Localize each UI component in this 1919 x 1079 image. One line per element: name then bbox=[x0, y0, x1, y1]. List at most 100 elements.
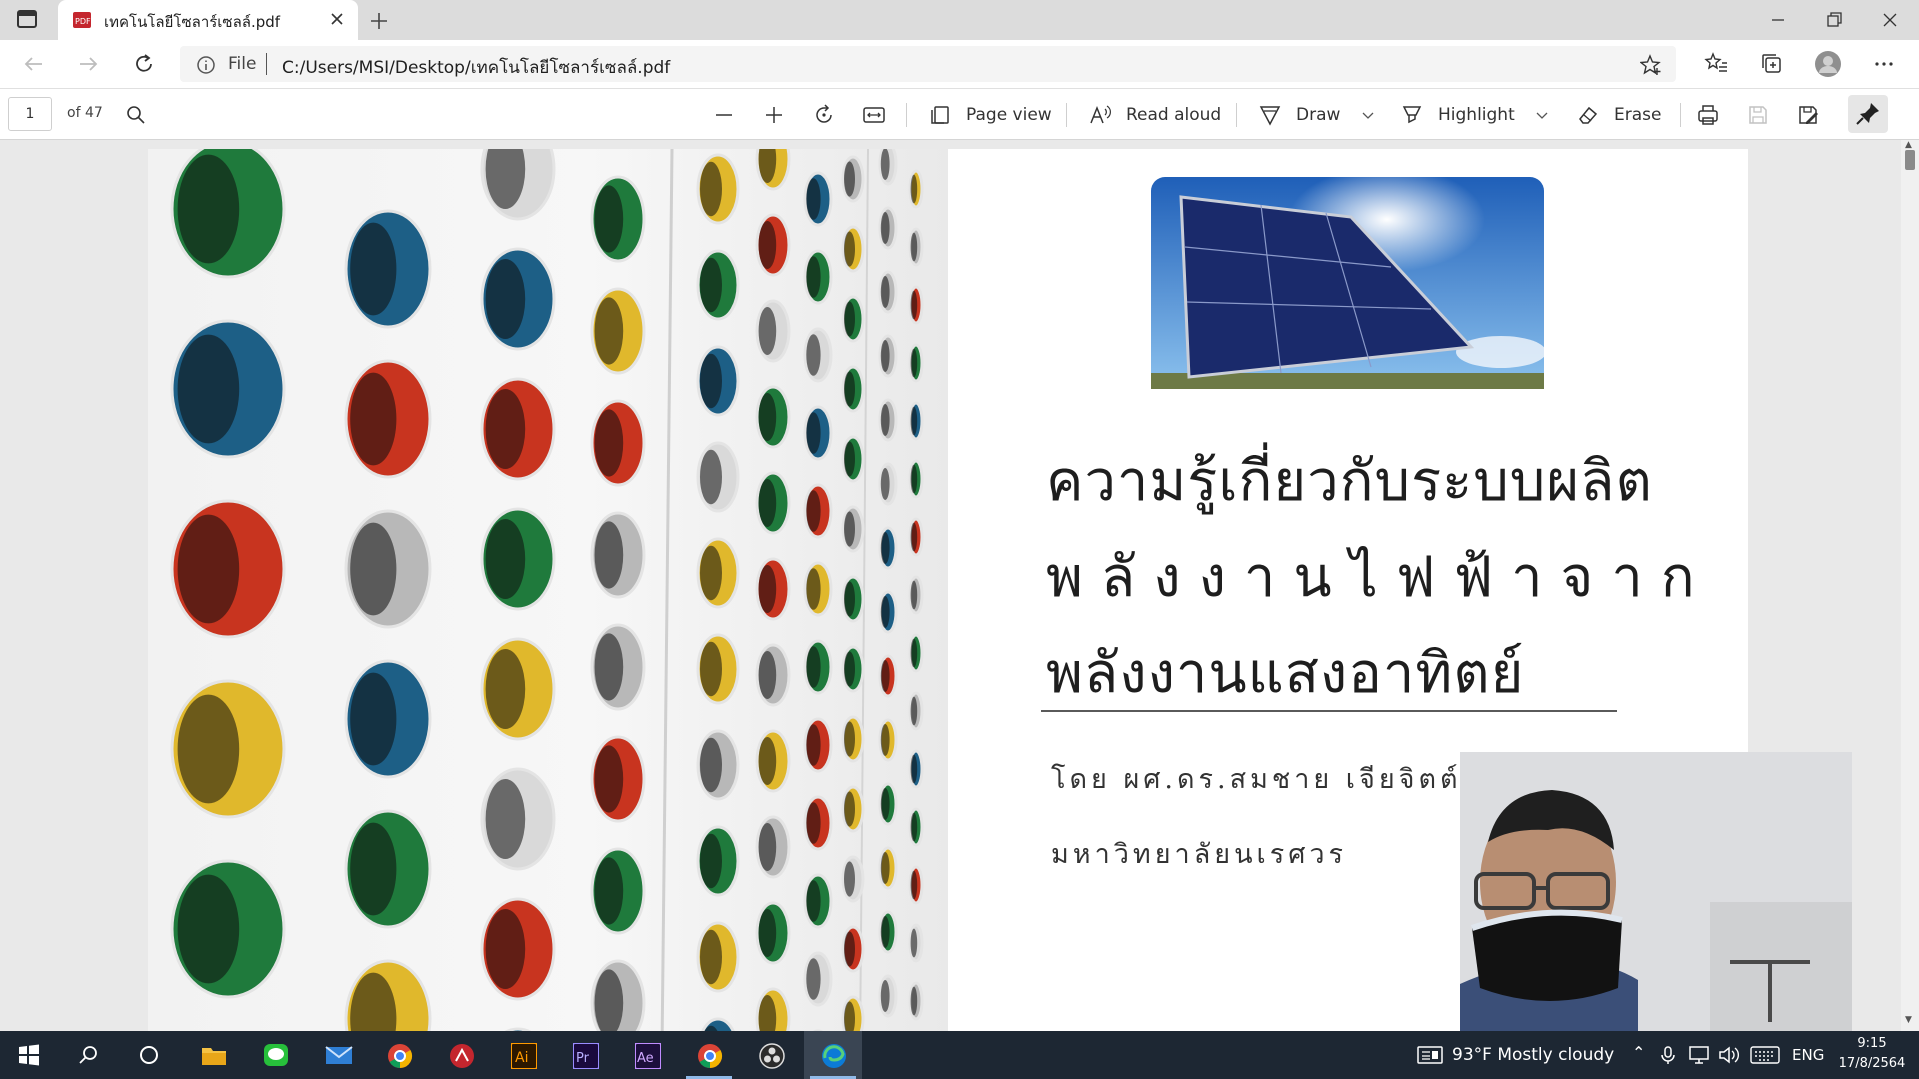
restore-icon[interactable] bbox=[1814, 6, 1854, 34]
decorative-hole-shadow bbox=[594, 409, 624, 477]
chrome-icon[interactable] bbox=[370, 1031, 428, 1079]
premiere-icon[interactable]: Pr bbox=[556, 1031, 614, 1079]
rotate-icon[interactable] bbox=[812, 103, 836, 127]
decorative-hole-shadow bbox=[485, 389, 526, 469]
scroll-down-icon[interactable]: ▼ bbox=[1905, 1015, 1912, 1025]
info-icon[interactable] bbox=[196, 55, 216, 75]
draw-options-chevron-down-icon[interactable] bbox=[1356, 103, 1380, 127]
page-view-button[interactable]: Page view bbox=[966, 105, 1052, 125]
decorative-hole-shadow bbox=[700, 833, 722, 889]
scroll-thumb[interactable] bbox=[1905, 150, 1915, 170]
decorative-hole-shadow bbox=[594, 185, 624, 253]
favorites-icon[interactable] bbox=[1702, 50, 1730, 78]
decorative-hole-shadow bbox=[910, 406, 918, 436]
save-as-icon[interactable] bbox=[1796, 103, 1820, 127]
print-icon[interactable] bbox=[1696, 103, 1720, 127]
close-window-icon[interactable] bbox=[1870, 6, 1910, 34]
erase-button[interactable]: Erase bbox=[1614, 105, 1661, 125]
decorative-hole-shadow bbox=[758, 307, 777, 355]
microphone-icon[interactable] bbox=[1658, 1045, 1678, 1065]
search-icon[interactable] bbox=[124, 103, 148, 127]
highlight-button[interactable]: Highlight bbox=[1438, 105, 1515, 125]
navigation-bar: File C:/Users/MSI/Desktop/เทคโนโลยีโซลาร… bbox=[0, 40, 1919, 88]
edge-icon[interactable] bbox=[804, 1031, 862, 1079]
taskbar-search-icon[interactable] bbox=[60, 1031, 118, 1079]
decorative-hole-shadow bbox=[758, 823, 777, 871]
tab-actions-icon[interactable] bbox=[14, 8, 42, 32]
decorative-hole-shadow bbox=[910, 522, 918, 552]
decorative-hole-shadow bbox=[880, 149, 890, 180]
decorative-hole-shadow bbox=[806, 958, 821, 1000]
zoom-out-icon[interactable] bbox=[712, 103, 736, 127]
touch-keyboard-icon[interactable] bbox=[1750, 1045, 1780, 1065]
title-line-2: พลังงานไฟฟ้าจาก bbox=[1046, 545, 1713, 610]
new-tab-icon[interactable] bbox=[366, 8, 392, 34]
add-favorite-icon[interactable] bbox=[1639, 54, 1662, 76]
volume-icon[interactable] bbox=[1718, 1045, 1740, 1065]
decorative-hole-shadow bbox=[594, 297, 624, 365]
decorative-hole-shadow bbox=[177, 334, 240, 444]
vertical-scrollbar[interactable]: ▲ ▼ bbox=[1901, 140, 1919, 1031]
page-view-icon[interactable] bbox=[928, 103, 952, 127]
chrome-profile-icon[interactable] bbox=[680, 1031, 738, 1079]
draw-icon[interactable] bbox=[1258, 103, 1282, 127]
address-url[interactable]: C:/Users/MSI/Desktop/เทคโนโลยีโซลาร์เซลล… bbox=[282, 54, 670, 81]
weather-text[interactable]: 93°F Mostly cloudy bbox=[1452, 1045, 1614, 1065]
decorative-hole-shadow bbox=[844, 301, 855, 337]
decorative-hole-shadow bbox=[806, 412, 821, 454]
zoom-in-icon[interactable] bbox=[762, 103, 786, 127]
decorative-hole-shadow bbox=[758, 479, 777, 527]
toolbar-divider bbox=[1236, 103, 1237, 127]
decorative-hole-shadow bbox=[844, 721, 855, 757]
show-hidden-icons-chevron-up-icon[interactable]: ⌃ bbox=[1632, 1043, 1645, 1062]
input-language[interactable]: ENG bbox=[1792, 1046, 1824, 1064]
decorative-hole-shadow bbox=[880, 212, 890, 244]
draw-button[interactable]: Draw bbox=[1296, 105, 1340, 125]
close-tab-icon[interactable] bbox=[328, 10, 346, 28]
decorative-hole-shadow bbox=[806, 490, 821, 532]
save-icon[interactable] bbox=[1746, 103, 1770, 127]
fit-to-width-icon[interactable] bbox=[862, 103, 886, 127]
mail-icon[interactable] bbox=[308, 1031, 366, 1079]
collections-icon[interactable] bbox=[1758, 50, 1786, 78]
svg-text:PDF: PDF bbox=[75, 17, 91, 26]
illustrator-icon[interactable]: Ai bbox=[494, 1031, 552, 1079]
decorative-hole-shadow bbox=[910, 348, 918, 378]
decorative-hole-shadow bbox=[844, 931, 855, 967]
decorative-hole-shadow bbox=[485, 259, 526, 339]
read-aloud-icon[interactable] bbox=[1088, 103, 1112, 127]
forward-icon[interactable] bbox=[74, 50, 102, 78]
address-bar[interactable]: File C:/Users/MSI/Desktop/เทคโนโลยีโซลาร… bbox=[180, 46, 1676, 82]
decorative-hole-shadow bbox=[806, 568, 821, 610]
highlighter-icon[interactable] bbox=[1400, 103, 1424, 127]
minimize-icon[interactable] bbox=[1758, 6, 1798, 34]
refresh-icon[interactable] bbox=[130, 50, 158, 78]
acrobat-icon[interactable] bbox=[432, 1031, 490, 1079]
profile-avatar-icon[interactable] bbox=[1814, 50, 1842, 78]
decorative-hole-shadow bbox=[880, 468, 890, 500]
cortana-icon[interactable] bbox=[120, 1031, 178, 1079]
network-icon[interactable] bbox=[1688, 1045, 1710, 1065]
read-aloud-button[interactable]: Read aloud bbox=[1126, 105, 1221, 125]
title-line-1: ความรู้เกี่ยวกับระบบผลิต bbox=[1046, 449, 1653, 514]
obs-icon[interactable] bbox=[742, 1031, 800, 1079]
scroll-up-icon[interactable]: ▲ bbox=[1905, 140, 1912, 150]
decorative-hole-shadow bbox=[880, 852, 890, 884]
weather-news-icon[interactable] bbox=[1412, 1031, 1448, 1079]
clock-date: 17/8/2564 bbox=[1838, 1056, 1906, 1071]
file-explorer-icon[interactable] bbox=[184, 1031, 242, 1079]
line-app-icon[interactable] bbox=[246, 1031, 304, 1079]
more-menu-icon[interactable] bbox=[1870, 50, 1898, 78]
back-icon[interactable] bbox=[20, 50, 48, 78]
pin-toolbar-button[interactable] bbox=[1848, 95, 1888, 133]
start-button[interactable] bbox=[0, 1031, 58, 1079]
decorative-hole-shadow bbox=[350, 822, 397, 916]
after-effects-icon[interactable]: Ae bbox=[618, 1031, 676, 1079]
system-clock[interactable]: 9:15 17/8/2564 bbox=[1834, 1034, 1910, 1074]
page-number-input[interactable]: 1 bbox=[8, 97, 52, 131]
eraser-icon[interactable] bbox=[1576, 103, 1600, 127]
browser-tab[interactable]: PDF เทคโนโลยีโซลาร์เซลล์.pdf bbox=[58, 0, 358, 40]
decorative-hole-shadow bbox=[177, 694, 240, 804]
highlight-options-chevron-down-icon[interactable] bbox=[1530, 103, 1554, 127]
decorative-hole-shadow bbox=[806, 334, 821, 376]
